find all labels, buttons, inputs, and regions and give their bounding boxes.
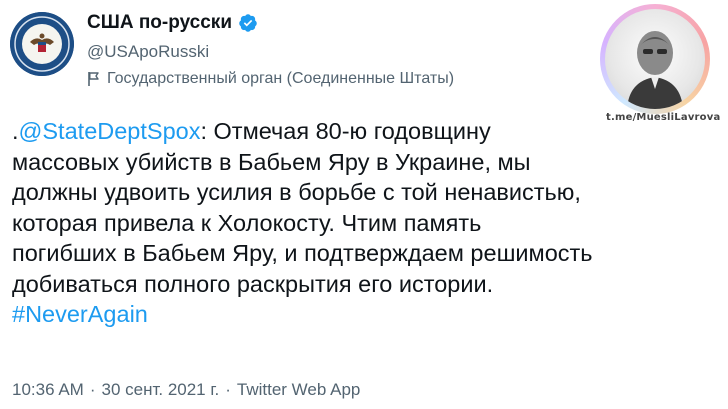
- meta-separator: ·: [225, 380, 231, 399]
- tweet-date[interactable]: 30 сент. 2021 г.: [102, 380, 220, 400]
- tweet-time[interactable]: 10:36 AM: [12, 380, 84, 400]
- tweet-line-1-rest: : Отмечая 80-ю годовщину: [200, 118, 491, 144]
- us-state-department-seal-icon: [10, 12, 74, 76]
- tweet-line-1: .@StateDeptSpox: Отмечая 80-ю годовщину: [12, 116, 712, 147]
- meta-separator: ·: [89, 380, 96, 399]
- tweet-source[interactable]: Twitter Web App: [237, 380, 360, 400]
- author-avatar[interactable]: [10, 12, 74, 76]
- tweet-line-5: погибших в Бабьем Яру, и подтверждаем ре…: [12, 240, 593, 266]
- flag-icon: [88, 72, 99, 86]
- portrait-sticker-icon: [627, 31, 683, 109]
- tweet-meta: 10:36 AM · 30 сент. 2021 г. · Twitter We…: [12, 380, 360, 400]
- verified-badge-icon: [239, 14, 257, 32]
- mention-link[interactable]: @StateDeptSpox: [19, 118, 201, 144]
- tweet-card: США по-русски @USApoRusski Государственн…: [0, 0, 728, 409]
- watermark-badge: [600, 4, 710, 114]
- tweet-line-6: добиваться полного раскрытия его истории…: [12, 270, 494, 297]
- tweet-line-3: должны удвоить усилия в борьбе с той нен…: [12, 179, 581, 205]
- government-label: Государственный орган (Соединенные Штаты…: [87, 70, 454, 88]
- author-handle[interactable]: @USApoRusski: [87, 42, 209, 62]
- author-name-row: США по-русски: [87, 12, 258, 34]
- hashtag-link[interactable]: #NeverAgain: [12, 299, 712, 330]
- tweet-line-2: массовых убийств в Бабьем Яру в Украине,…: [12, 148, 531, 175]
- author-display-name[interactable]: США по-русски: [87, 12, 232, 34]
- tweet-line-4: которая привела к Холокосту. Чтим память: [12, 209, 482, 236]
- government-label-text: Государственный орган (Соединенные Штаты…: [107, 70, 455, 87]
- tweet-text: .@StateDeptSpox: Отмечая 80-ю годовщину …: [12, 116, 712, 330]
